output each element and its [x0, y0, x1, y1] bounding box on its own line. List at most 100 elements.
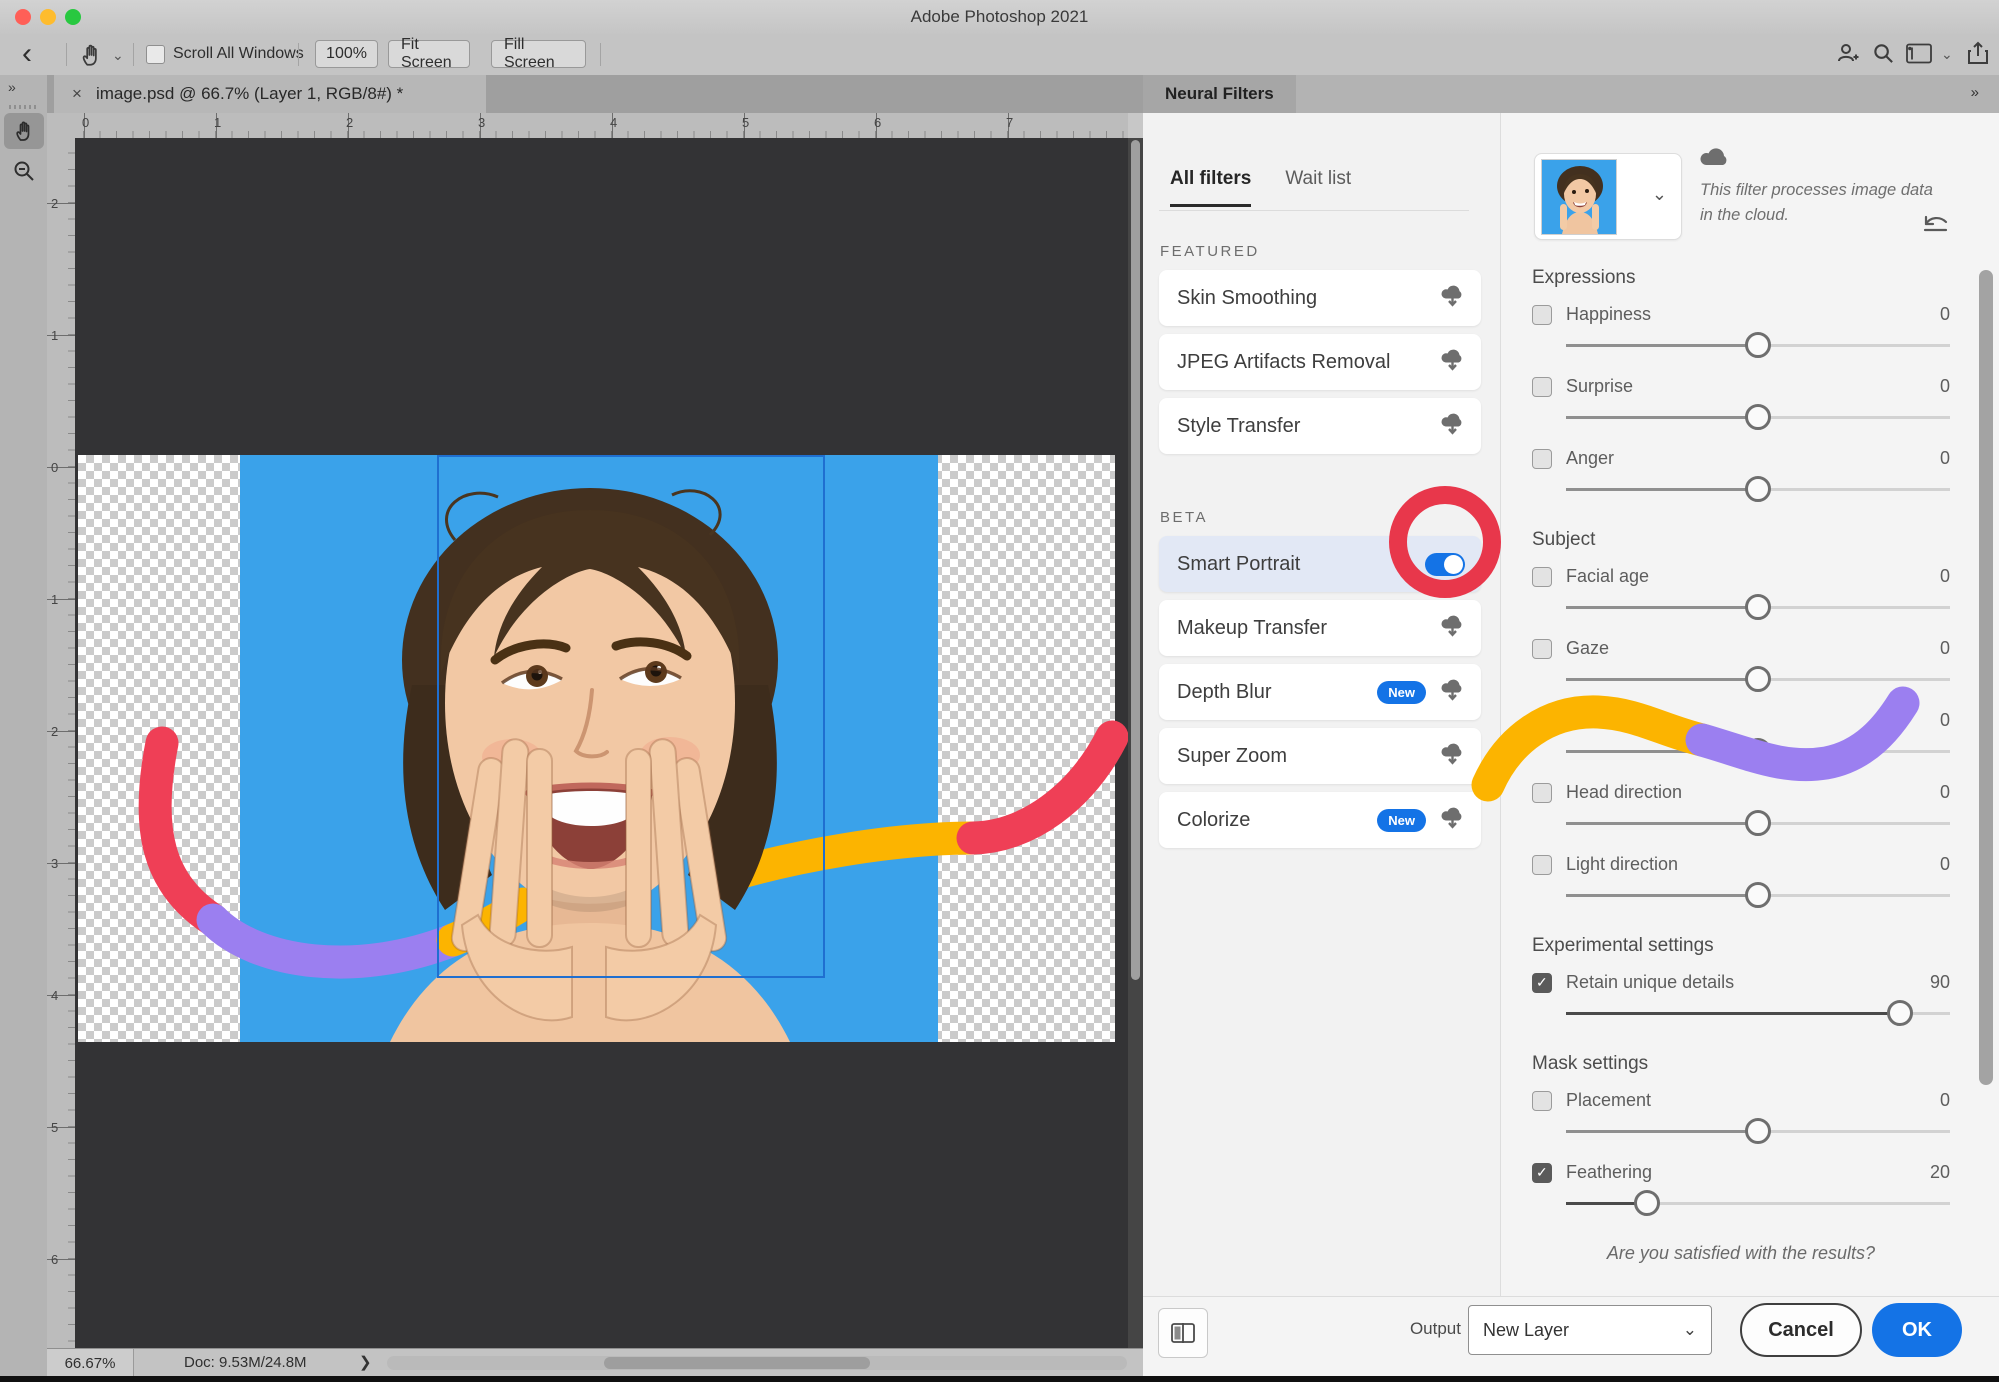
- fill-screen-button[interactable]: Fill Screen: [491, 40, 586, 68]
- slider-track[interactable]: [1566, 1130, 1950, 1133]
- hand-tool-button[interactable]: [4, 113, 44, 149]
- back-arrow-icon[interactable]: ‹: [22, 35, 32, 73]
- featured-header: FEATURED: [1160, 243, 1260, 260]
- slider-handle[interactable]: [1634, 1190, 1660, 1216]
- reset-filter-icon[interactable]: [1922, 215, 1948, 237]
- slider-handle[interactable]: [1745, 404, 1771, 430]
- cloud-download-icon: [1440, 678, 1465, 706]
- slider-track[interactable]: [1566, 678, 1950, 681]
- ruler-number: 6: [51, 1252, 58, 1267]
- section-rows: Facial age 0: [1532, 559, 1950, 919]
- slider-handle[interactable]: [1745, 738, 1771, 764]
- slider-track[interactable]: [1566, 416, 1950, 419]
- tab-wait-list[interactable]: Wait list: [1285, 168, 1351, 207]
- ruler-number: 2: [346, 115, 353, 130]
- section-rows: Happiness 0: [1532, 297, 1950, 513]
- filter-settings-column: ⌄ This filter processes image data in th…: [1500, 113, 1999, 1296]
- document-tab[interactable]: × image.psd @ 66.7% (Layer 1, RGB/8#) *: [54, 75, 486, 113]
- filter-card[interactable]: Skin Smoothing: [1159, 270, 1481, 326]
- document-tab-bar: × image.psd @ 66.7% (Layer 1, RGB/8#) *: [47, 75, 1143, 113]
- slider-handle[interactable]: [1745, 666, 1771, 692]
- setting-checkbox[interactable]: [1532, 1091, 1552, 1111]
- slider-handle[interactable]: [1745, 332, 1771, 358]
- ok-button[interactable]: OK: [1872, 1303, 1962, 1357]
- slider-track[interactable]: [1566, 894, 1950, 897]
- section-title: Subject: [1532, 527, 1950, 553]
- hand-tool-icon[interactable]: [78, 42, 104, 73]
- filter-card[interactable]: Super Zoom: [1159, 728, 1481, 784]
- setting-checkbox[interactable]: [1532, 855, 1552, 875]
- ruler-number: 6: [874, 115, 881, 130]
- ruler-number: 3: [478, 115, 485, 130]
- slider-track[interactable]: [1566, 750, 1950, 753]
- slider-track[interactable]: [1566, 606, 1950, 609]
- status-chevron-icon[interactable]: ❯: [359, 1353, 372, 1371]
- slider-handle[interactable]: [1745, 882, 1771, 908]
- slider-handle[interactable]: [1745, 594, 1771, 620]
- setting-checkbox[interactable]: [1532, 973, 1552, 993]
- search-icon[interactable]: [1872, 42, 1895, 70]
- workspace-panel-icon[interactable]: [1906, 43, 1932, 69]
- setting-checkbox[interactable]: [1532, 783, 1552, 803]
- ruler-number: 7: [1006, 115, 1013, 130]
- thumbnail-chevron-icon[interactable]: ⌄: [1652, 184, 1667, 205]
- ruler-number: 5: [742, 115, 749, 130]
- output-dropdown[interactable]: New Layer ⌄: [1468, 1305, 1712, 1355]
- setting-checkbox[interactable]: [1532, 639, 1552, 659]
- setting-checkbox[interactable]: [1532, 1163, 1552, 1183]
- setting-checkbox[interactable]: [1532, 305, 1552, 325]
- fit-screen-button[interactable]: Fit Screen: [388, 40, 470, 68]
- preview-compare-button[interactable]: [1158, 1308, 1208, 1358]
- filter-card[interactable]: JPEG Artifacts Removal: [1159, 334, 1481, 390]
- slider-track[interactable]: [1566, 1012, 1950, 1015]
- setting-checkbox[interactable]: [1532, 567, 1552, 587]
- setting-checkbox[interactable]: [1532, 377, 1552, 397]
- layer-selection-box[interactable]: [437, 455, 825, 978]
- hand-tool-menu-chevron-icon[interactable]: ⌄: [112, 47, 124, 64]
- scroll-all-windows-checkbox[interactable]: [146, 45, 165, 64]
- panel-collapse-icon[interactable]: »: [1971, 84, 1977, 101]
- slider-handle[interactable]: [1887, 1000, 1913, 1026]
- setting-checkbox[interactable]: [1532, 711, 1552, 731]
- tab-all-filters[interactable]: All filters: [1170, 168, 1251, 207]
- preview-thumbnail-card[interactable]: ⌄: [1534, 153, 1682, 240]
- setting-label: Anger: [1566, 448, 1614, 469]
- zoom-tool-button[interactable]: [4, 153, 44, 189]
- scrollbar-thumb[interactable]: [604, 1357, 870, 1369]
- slider-handle[interactable]: [1745, 1118, 1771, 1144]
- scrollbar-thumb[interactable]: [1131, 140, 1140, 980]
- canvas-vertical-scrollbar[interactable]: [1128, 138, 1143, 1348]
- slider-track[interactable]: [1566, 344, 1950, 347]
- panel-scrollbar[interactable]: [1979, 270, 1993, 1085]
- workspace-menu-chevron-icon[interactable]: ⌄: [1941, 46, 1953, 63]
- expand-tools-icon[interactable]: »: [8, 79, 14, 95]
- filter-card[interactable]: Makeup Transfer: [1159, 600, 1481, 656]
- beta-header: BETA: [1160, 509, 1208, 526]
- filter-card[interactable]: Colorize New: [1159, 792, 1481, 848]
- zoom-100-button[interactable]: 100%: [315, 40, 378, 68]
- filter-toggle[interactable]: [1425, 553, 1465, 576]
- cloud-download-icon: [1440, 742, 1465, 770]
- add-user-icon[interactable]: [1836, 41, 1860, 70]
- filter-card[interactable]: Smart Portrait: [1159, 536, 1481, 592]
- slider-track[interactable]: [1566, 822, 1950, 825]
- slider-track[interactable]: [1566, 1202, 1950, 1205]
- slider-handle[interactable]: [1745, 810, 1771, 836]
- canvas-horizontal-scrollbar[interactable]: [387, 1356, 1127, 1370]
- slider-track[interactable]: [1566, 488, 1950, 491]
- section-rows: Retain unique details 90: [1532, 965, 1950, 1037]
- setting-value: 90: [1930, 972, 1950, 993]
- slider-handle[interactable]: [1745, 476, 1771, 502]
- cancel-button[interactable]: Cancel: [1740, 1303, 1862, 1357]
- close-tab-icon[interactable]: ×: [72, 84, 82, 104]
- setting-checkbox[interactable]: [1532, 449, 1552, 469]
- zoom-level-field[interactable]: 66.67%: [47, 1349, 134, 1377]
- filter-card[interactable]: Style Transfer: [1159, 398, 1481, 454]
- share-icon[interactable]: [1966, 41, 1990, 71]
- setting-value: 20: [1930, 1162, 1950, 1183]
- slider-row: Surprise 0: [1532, 369, 1950, 441]
- canvas-viewport[interactable]: [75, 138, 1128, 1348]
- filter-card[interactable]: Depth Blur New: [1159, 664, 1481, 720]
- panel-grip[interactable]: [9, 105, 37, 109]
- neural-filters-tab[interactable]: Neural Filters: [1143, 75, 1296, 113]
